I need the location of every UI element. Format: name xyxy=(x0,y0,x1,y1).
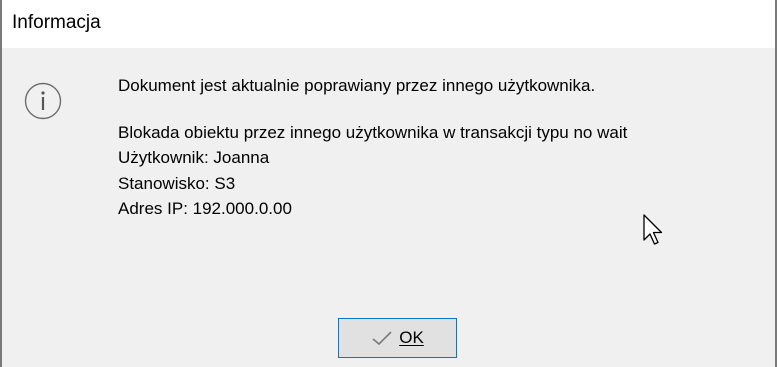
mouse-pointer-icon xyxy=(643,214,663,245)
information-icon xyxy=(24,82,62,120)
ok-button-label: OK xyxy=(399,328,424,347)
window-title: Informacja xyxy=(12,12,101,33)
message-line-4: Stanowisko: S3 xyxy=(118,174,236,193)
checkmark-icon xyxy=(372,331,392,346)
ok-button[interactable]: OK xyxy=(338,318,457,358)
message-line-3: Użytkownik: Joanna xyxy=(118,148,270,167)
information-dialog: Informacja Dokument jest aktualnie popra… xyxy=(0,0,777,367)
message-line-2: Blokada obiektu przez innego użytkownika… xyxy=(118,123,628,142)
message-line-1: Dokument jest aktualnie poprawiany przez… xyxy=(118,76,596,95)
title-bar: Informacja xyxy=(2,0,775,48)
message-line-5: Adres IP: 192.000.0.00 xyxy=(118,199,292,218)
